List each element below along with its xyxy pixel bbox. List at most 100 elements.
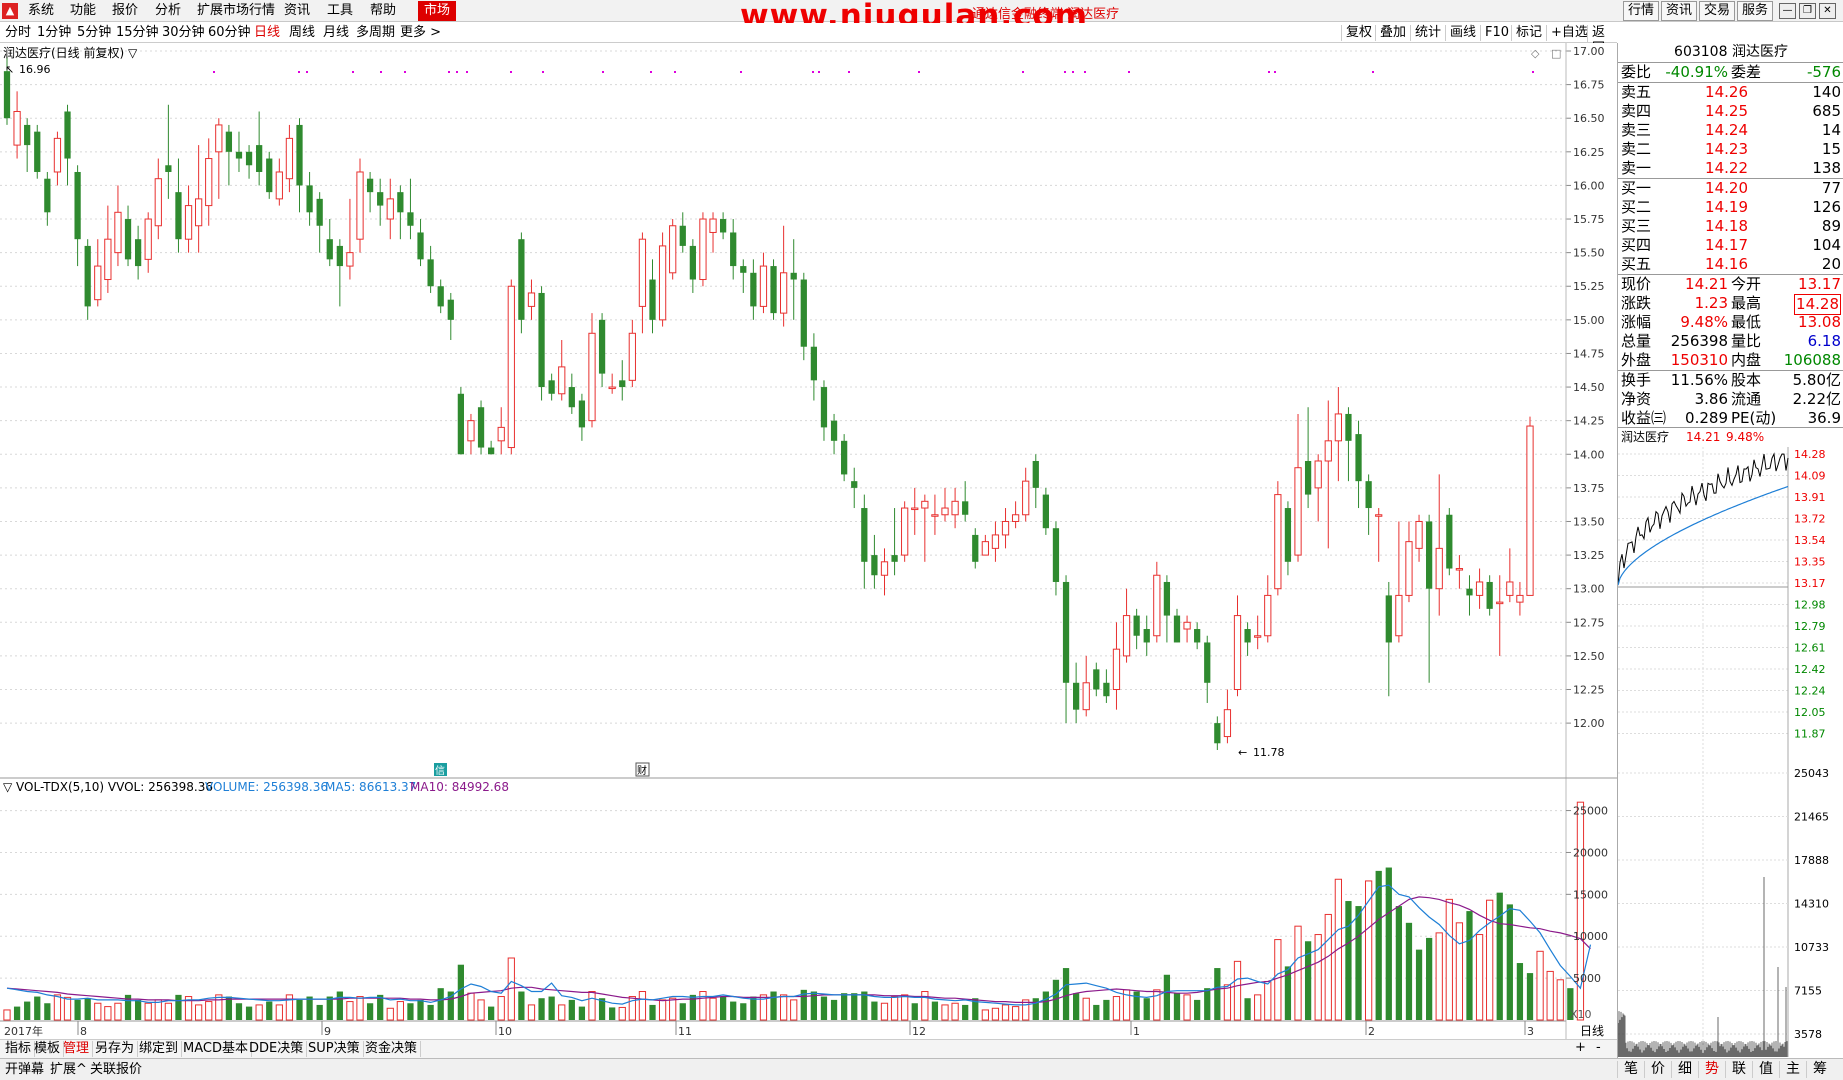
volume-tick-label: 25000 bbox=[1573, 805, 1608, 818]
restore-icon[interactable]: ❐ bbox=[1799, 3, 1816, 19]
menu-item-function[interactable]: 功能 bbox=[70, 3, 96, 19]
menu-item-tools[interactable]: 工具 bbox=[327, 3, 353, 19]
event-dot bbox=[812, 71, 814, 73]
menu-item-quote[interactable]: 报价 bbox=[112, 3, 138, 19]
right-tab-trend[interactable]: 势 bbox=[1698, 1061, 1725, 1078]
zoom-out-icon[interactable]: - bbox=[1596, 1040, 1601, 1055]
toggle-related-quote[interactable]: 关联报价 bbox=[87, 1061, 145, 1078]
tool-mark[interactable]: 标记 bbox=[1511, 25, 1542, 41]
period-1min[interactable]: 1分钟 bbox=[37, 25, 71, 41]
tool-overlay[interactable]: 叠加 bbox=[1375, 25, 1406, 41]
stock-header: 603108 润达医疗 bbox=[1618, 43, 1843, 62]
menu-item-help[interactable]: 帮助 bbox=[370, 3, 396, 19]
mini-price-tick: 13.72 bbox=[1794, 513, 1826, 526]
volume-bar bbox=[770, 991, 777, 1020]
toggle-danmaku[interactable]: 开弹幕 bbox=[2, 1061, 47, 1078]
candle bbox=[658, 232, 667, 327]
toggle-extend[interactable]: 扩展^ bbox=[47, 1061, 90, 1078]
tool-f10[interactable]: F10 bbox=[1480, 25, 1509, 41]
period-more[interactable]: 更多 > bbox=[400, 25, 441, 41]
period-monthly[interactable]: 月线 bbox=[323, 25, 349, 41]
top-button-news[interactable]: 资讯 bbox=[1661, 1, 1697, 21]
top-button-service[interactable]: 服务 bbox=[1737, 1, 1773, 21]
volume-bar bbox=[679, 1003, 686, 1020]
menu-item-market[interactable]: 市场 bbox=[418, 1, 457, 21]
chart-diamond-icon[interactable]: ◇ bbox=[1531, 47, 1540, 60]
volume-bar bbox=[1294, 925, 1302, 1021]
right-tab-price[interactable]: 价 bbox=[1644, 1061, 1671, 1078]
right-tab-linked[interactable]: 联 bbox=[1725, 1061, 1752, 1078]
kline-chart[interactable]: 17.00 16.75 16.50 16.25 16.00 15.75 15.50 15.25… bbox=[0, 43, 1617, 1039]
tab-sup[interactable]: SUP决策 bbox=[305, 1041, 364, 1057]
right-tab-chips[interactable]: 筹 bbox=[1806, 1061, 1833, 1078]
tab-macd[interactable]: MACD基本 bbox=[180, 1041, 252, 1057]
candle bbox=[1274, 481, 1282, 596]
event-dot bbox=[1274, 71, 1276, 73]
period-toolbar: 分时 1分钟 5分钟 15分钟 30分钟 60分钟 日线 周线 月线 多周期 更… bbox=[0, 23, 1617, 57]
ask-row: 卖四 14.25 685 bbox=[1621, 102, 1841, 120]
stat-row: 涨跌 1.23 最高 14.28 bbox=[1621, 294, 1841, 315]
tab-save-as[interactable]: 另存为 bbox=[92, 1041, 139, 1057]
event-dot bbox=[1532, 71, 1534, 73]
mini-volume-tick: 17888 bbox=[1794, 854, 1829, 867]
date-tick-label: 2017年 bbox=[4, 1024, 43, 1038]
volume-bar bbox=[669, 997, 677, 1021]
chart-square-icon[interactable]: □ bbox=[1551, 47, 1561, 60]
period-15min[interactable]: 15分钟 bbox=[116, 25, 159, 41]
minimize-icon[interactable]: — bbox=[1779, 3, 1796, 19]
menu-item-news[interactable]: 资讯 bbox=[284, 3, 310, 19]
period-intraday[interactable]: 分时 bbox=[5, 25, 31, 41]
app-logo-icon: ▲ bbox=[2, 3, 18, 19]
right-tab-main[interactable]: 主 bbox=[1779, 1061, 1806, 1078]
menu-item-ext-market[interactable]: 扩展市场行情 bbox=[197, 3, 275, 19]
volume-bar bbox=[427, 1004, 434, 1020]
menu-item-analysis[interactable]: 分析 bbox=[155, 3, 181, 19]
period-daily[interactable]: 日线 bbox=[254, 25, 280, 41]
volume-bar bbox=[477, 999, 485, 1021]
volume-bar bbox=[568, 999, 575, 1020]
mini-intraday-chart[interactable]: 14.28 14.09 13.91 13.72 13.54 13.35 13.17 12.98… bbox=[1618, 447, 1843, 1057]
candle bbox=[538, 286, 545, 401]
candle bbox=[34, 124, 41, 179]
period-multi[interactable]: 多周期 bbox=[356, 25, 395, 41]
tab-fund[interactable]: 资金决策 bbox=[362, 1041, 422, 1057]
volume-bar bbox=[951, 1002, 959, 1021]
volume-bar bbox=[830, 999, 838, 1020]
zoom-in-icon[interactable]: + bbox=[1575, 1040, 1586, 1055]
volume-bar bbox=[266, 1001, 273, 1020]
tab-bind-to[interactable]: 绑定到 bbox=[136, 1041, 183, 1057]
event-dot bbox=[740, 71, 742, 73]
top-button-trade[interactable]: 交易 bbox=[1699, 1, 1735, 21]
tab-manage[interactable]: 管理 bbox=[60, 1041, 94, 1057]
volume-bar bbox=[820, 996, 828, 1020]
volume-bar bbox=[94, 1002, 102, 1021]
tool-draw[interactable]: 画线 bbox=[1445, 25, 1476, 41]
right-tab-value[interactable]: 值 bbox=[1752, 1061, 1779, 1078]
volume-bar bbox=[1405, 922, 1413, 1020]
volume-bar bbox=[1082, 997, 1090, 1021]
period-5min[interactable]: 5分钟 bbox=[77, 25, 111, 41]
top-button-quote[interactable]: 行情 bbox=[1623, 1, 1659, 21]
period-weekly[interactable]: 周线 bbox=[289, 25, 315, 41]
price-tick-label: 13.50 bbox=[1573, 515, 1605, 528]
right-tab-detail[interactable]: 细 bbox=[1671, 1061, 1698, 1078]
status-bar: 开弹幕 扩展^ 关联报价 笔 价 细 势 联 值 主 筹 bbox=[0, 1058, 1843, 1080]
tool-add-watch[interactable]: +自选 bbox=[1546, 25, 1588, 41]
vol-unit: X10 bbox=[1570, 1008, 1592, 1021]
volume-bar bbox=[1536, 950, 1544, 1021]
svg-text:财: 财 bbox=[637, 764, 647, 777]
event-dot bbox=[352, 71, 354, 73]
period-30min[interactable]: 30分钟 bbox=[162, 25, 205, 41]
volume-bar bbox=[1093, 1004, 1100, 1020]
volume-bar bbox=[205, 1001, 213, 1021]
close-icon[interactable]: ✕ bbox=[1819, 3, 1836, 19]
volume-bar bbox=[1435, 932, 1443, 1021]
tool-fuquan[interactable]: 复权 bbox=[1341, 25, 1372, 41]
volume-bar bbox=[215, 994, 223, 1021]
tab-dde[interactable]: DDE决策 bbox=[246, 1041, 308, 1057]
right-tab-trades[interactable]: 笔 bbox=[1617, 1061, 1644, 1078]
event-dot bbox=[1022, 71, 1024, 73]
menu-item-system[interactable]: 系统 bbox=[28, 3, 54, 19]
tool-stats[interactable]: 统计 bbox=[1410, 25, 1441, 41]
period-60min[interactable]: 60分钟 bbox=[208, 25, 251, 41]
